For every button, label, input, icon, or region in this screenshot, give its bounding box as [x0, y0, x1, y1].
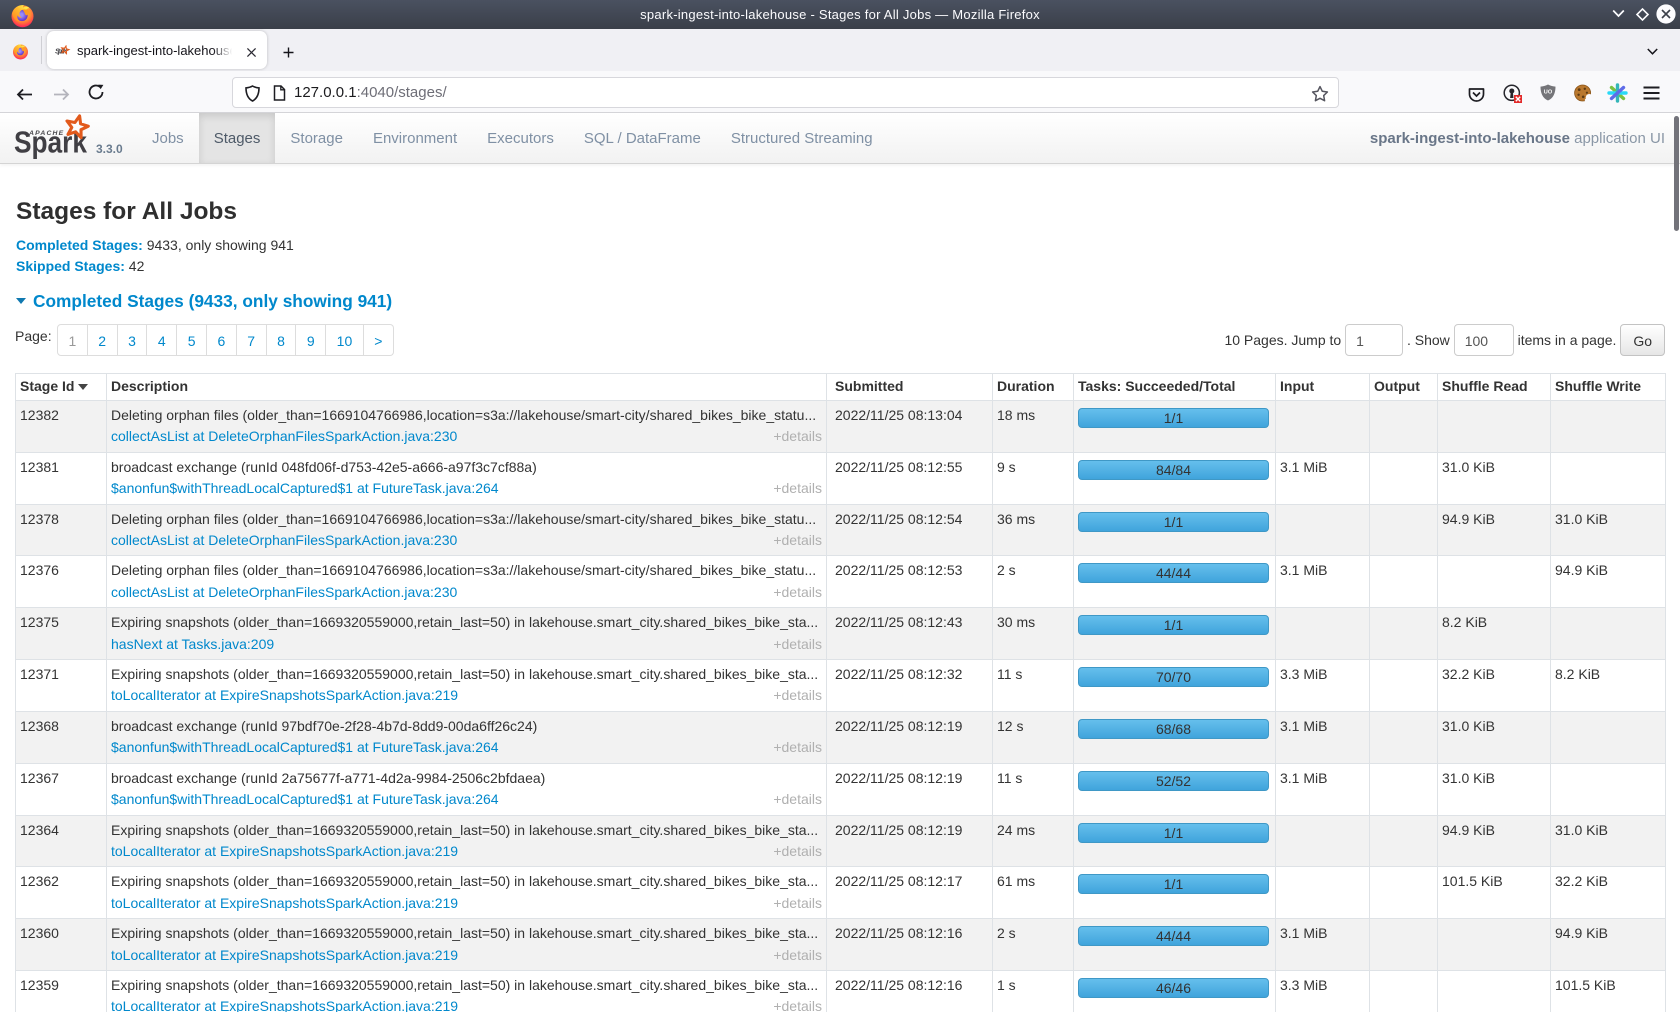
svg-text:UO: UO [1544, 90, 1553, 96]
svg-text:APACHE: APACHE [28, 130, 64, 137]
